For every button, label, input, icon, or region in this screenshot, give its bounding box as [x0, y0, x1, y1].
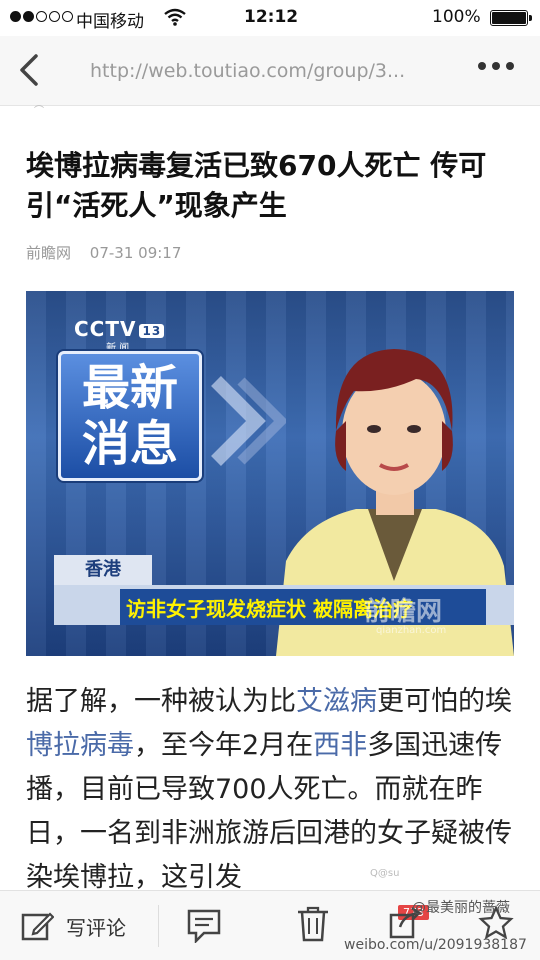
battery-icon [490, 10, 532, 26]
chevron-graphic-icon [211, 376, 286, 466]
more-options-button[interactable] [478, 62, 514, 70]
signal-strength-icon [10, 11, 73, 22]
write-comment-label: 写评论 [66, 915, 126, 940]
battery-percentage: 100% [432, 7, 481, 27]
faint-header-logo: ⌒ [34, 106, 44, 117]
keyword-link[interactable]: 西非 [313, 730, 367, 761]
breaking-news-badge: 最新消息 [58, 351, 202, 481]
image-watermark: 前瞻网 [364, 597, 443, 627]
article-title: 埃博拉病毒复活已致670人死亡 传可引“活死人”现象产生 [26, 149, 487, 222]
carrier-name: 中国移动 [76, 12, 144, 32]
keyword-link[interactable]: 艾滋病 [296, 686, 377, 717]
comments-button[interactable]: 773 [186, 905, 429, 947]
article-source[interactable]: 前瞻网 [26, 244, 71, 262]
back-button[interactable] [12, 50, 48, 90]
chevron-left-icon [20, 54, 38, 86]
article-image[interactable]: CCTV 13 新闻 最新消息 香港 访非女子现发烧症状 被隔离治疗 前瞻网 qi… [26, 291, 514, 656]
cctv-logo: CCTV 13 新闻 [74, 317, 165, 354]
trash-icon [298, 906, 328, 942]
delete-button[interactable] [296, 905, 330, 947]
wifi-icon [164, 8, 186, 31]
image-watermark-url: qianzhan.com [376, 625, 447, 636]
url-bar[interactable]: http://web.toutiao.com/group/3... [90, 60, 405, 82]
comment-bubble-icon [187, 909, 221, 945]
browser-nav-bar: http://web.toutiao.com/group/3... [0, 36, 540, 106]
keyword-link[interactable]: 博拉病毒 [26, 730, 134, 761]
status-time: 12:12 [244, 7, 299, 27]
article-date: 07-31 09:17 [89, 244, 182, 262]
article-body: 据了解，一种被认为比艾滋病更可怕的埃博拉病毒，至今年2月在西非多国迅速传播，目前… [26, 686, 512, 893]
weibo-username-watermark: @最美丽的蔷薇 [412, 900, 510, 916]
article-meta: 前瞻网 07-31 09:17 [26, 242, 181, 263]
location-tag: 香港 [54, 555, 152, 585]
faint-signature: Q@su [370, 868, 400, 879]
write-comment-button[interactable]: 写评论 [20, 909, 126, 943]
pencil-icon [21, 912, 54, 941]
weibo-url-watermark: weibo.com/u/2091938187 [344, 937, 527, 953]
bottom-toolbar: 写评论 773 @最美丽的蔷薇 weibo.com/u/2091938187 [0, 890, 540, 960]
status-bar: 中国移动 12:12 100% [0, 0, 540, 36]
